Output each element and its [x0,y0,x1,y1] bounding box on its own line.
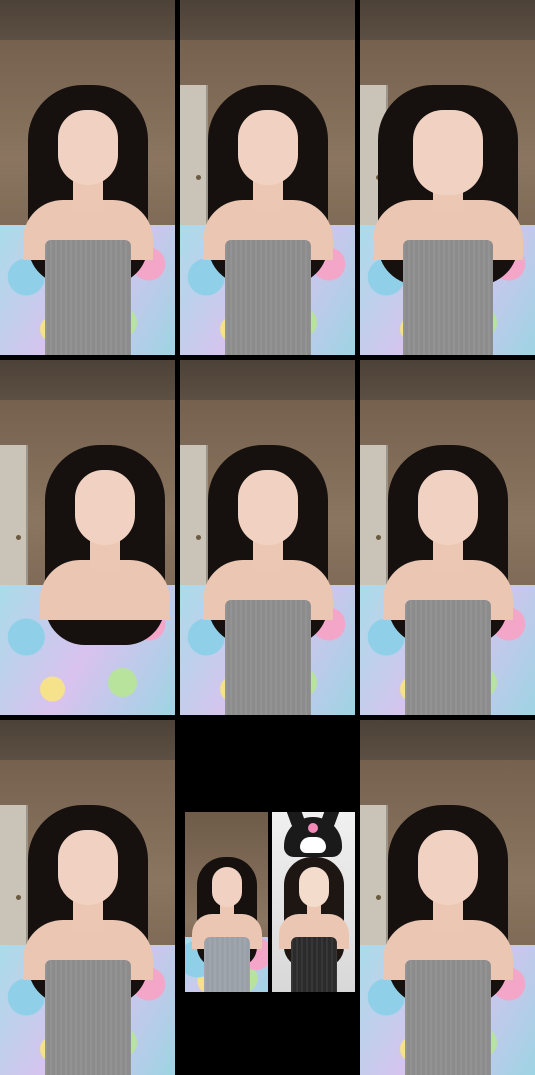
video-tile-r1c3[interactable] [360,0,535,355]
face [237,110,298,185]
hat-ear-right [320,812,342,827]
person [22,775,153,1075]
video-grid [0,0,535,1075]
face [417,830,478,905]
person [382,415,513,715]
door-knob [376,895,381,900]
face [237,470,298,545]
person [382,775,513,1075]
video-tile-r2c2[interactable] [180,360,355,715]
video-tile-r3c2[interactable] [180,720,355,1075]
host-pane[interactable] [185,812,268,992]
door-knob [16,535,21,540]
ceiling [180,360,355,400]
door-knob [376,535,381,540]
ceiling [360,360,535,400]
grey-top [224,600,311,715]
face [417,470,478,545]
ceiling [360,0,535,40]
video-tile-r2c3[interactable] [360,360,535,715]
grey-top [404,960,491,1075]
kuromi-hat-icon [284,812,342,857]
skull-icon [308,823,318,833]
person [40,415,170,715]
grey-top [44,960,131,1075]
person [202,415,333,715]
face [298,867,329,907]
grey-top [44,240,131,355]
split-view [185,812,355,992]
face [57,110,118,185]
top [290,937,337,992]
door-knob [196,535,201,540]
person [372,55,523,355]
hat-ear-left [284,812,306,827]
video-tile-r3c1[interactable] [0,720,175,1075]
person [22,55,153,355]
door-knob [196,175,201,180]
grey-top [402,240,493,355]
video-tile-r2c1[interactable] [0,360,175,715]
grey-top [224,240,311,355]
face [75,470,135,545]
video-tile-r1c1[interactable] [0,0,175,355]
person [191,842,262,992]
ceiling [0,0,175,40]
person [278,842,349,992]
face [412,110,483,195]
ceiling [0,720,175,760]
ceiling [360,720,535,760]
video-tile-r3c3[interactable] [360,720,535,1075]
door-knob [16,895,21,900]
person [202,55,333,355]
top [203,937,250,992]
grey-top [404,600,491,715]
guest-pane[interactable] [272,812,355,992]
hat-face [300,837,326,853]
ceiling [0,360,175,400]
video-tile-r1c2[interactable] [180,0,355,355]
face [57,830,118,905]
ceiling [180,0,355,40]
face [211,867,242,907]
